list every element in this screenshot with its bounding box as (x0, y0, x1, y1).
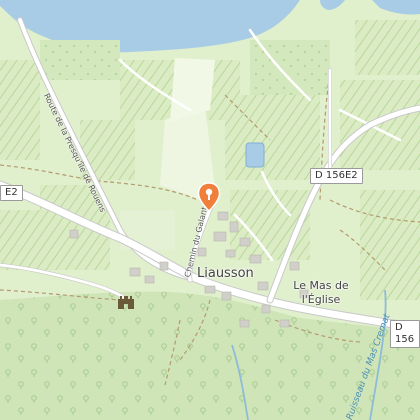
place-label-hamlet-line1: Le Mas de (293, 279, 349, 292)
place-label-le-mas-de-leglise: Le Mas de l'Église (276, 279, 366, 307)
castle-icon (117, 294, 135, 310)
location-pin-icon[interactable] (197, 182, 221, 212)
place-label-liausson: Liausson (197, 266, 254, 281)
road-shield-d156e2: D 156E2 (310, 168, 363, 184)
map-canvas[interactable]: Route de la Presqu'île de Rouens Chemin … (0, 0, 420, 420)
place-label-hamlet-line2: l'Église (301, 293, 341, 306)
road-shield-d156: D 156 (390, 320, 420, 348)
road-shield-e2: E2 (0, 185, 23, 201)
